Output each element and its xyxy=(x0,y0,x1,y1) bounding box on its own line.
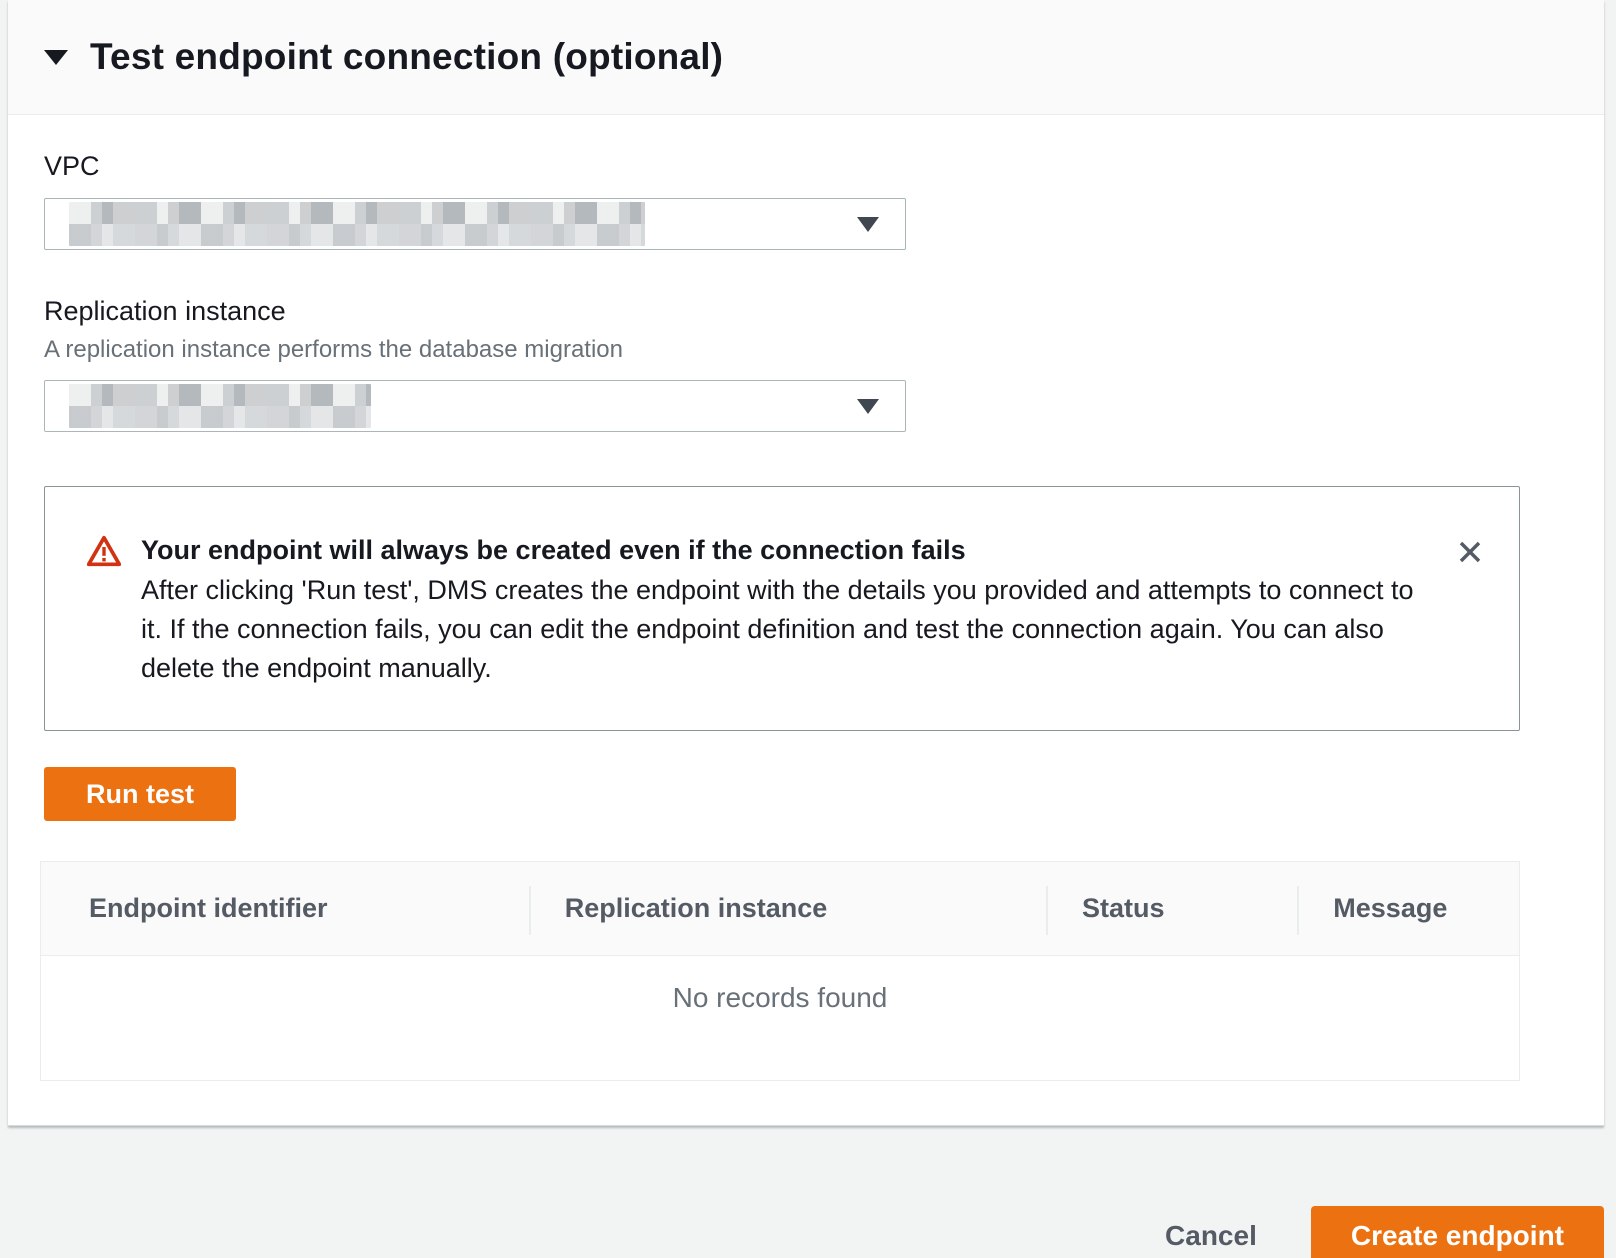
replication-instance-label: Replication instance xyxy=(44,296,1520,327)
replication-instance-description: A replication instance performs the data… xyxy=(44,336,1520,364)
warning-title: Your endpoint will always be created eve… xyxy=(141,531,1431,570)
warning-triangle-icon xyxy=(87,535,121,572)
chevron-down-icon xyxy=(857,217,879,232)
empty-state-message: No records found xyxy=(41,956,1519,1080)
test-endpoint-connection-panel: Test endpoint connection (optional) VPC … xyxy=(8,0,1604,1126)
panel-header[interactable]: Test endpoint connection (optional) xyxy=(8,0,1604,115)
chevron-down-icon xyxy=(857,399,879,414)
form-footer: Cancel Create endpoint xyxy=(0,1126,1616,1258)
create-endpoint-button[interactable]: Create endpoint xyxy=(1311,1206,1604,1258)
column-header-message: Message xyxy=(1297,862,1519,955)
replication-instance-select[interactable] xyxy=(44,380,906,432)
cancel-button[interactable]: Cancel xyxy=(1157,1220,1265,1252)
warning-alert: Your endpoint will always be created eve… xyxy=(44,486,1520,731)
run-test-button[interactable]: Run test xyxy=(44,767,236,821)
column-header-status: Status xyxy=(1046,862,1297,955)
table-header-row: Endpoint identifier Replication instance… xyxy=(41,862,1519,956)
replication-instance-redacted-value xyxy=(69,384,371,428)
vpc-select[interactable] xyxy=(44,198,906,250)
test-results-table: Endpoint identifier Replication instance… xyxy=(40,861,1520,1081)
warning-body: After clicking 'Run test', DMS creates t… xyxy=(141,571,1431,688)
panel-body: VPC Replication instance A replication i… xyxy=(8,115,1604,1125)
panel-title: Test endpoint connection (optional) xyxy=(90,36,723,78)
column-header-endpoint-identifier: Endpoint identifier xyxy=(41,862,529,955)
vpc-label: VPC xyxy=(44,151,1520,182)
column-header-replication-instance: Replication instance xyxy=(529,862,1046,955)
close-icon[interactable] xyxy=(1451,533,1489,574)
collapse-triangle-icon xyxy=(44,50,68,65)
vpc-redacted-value xyxy=(69,202,645,246)
